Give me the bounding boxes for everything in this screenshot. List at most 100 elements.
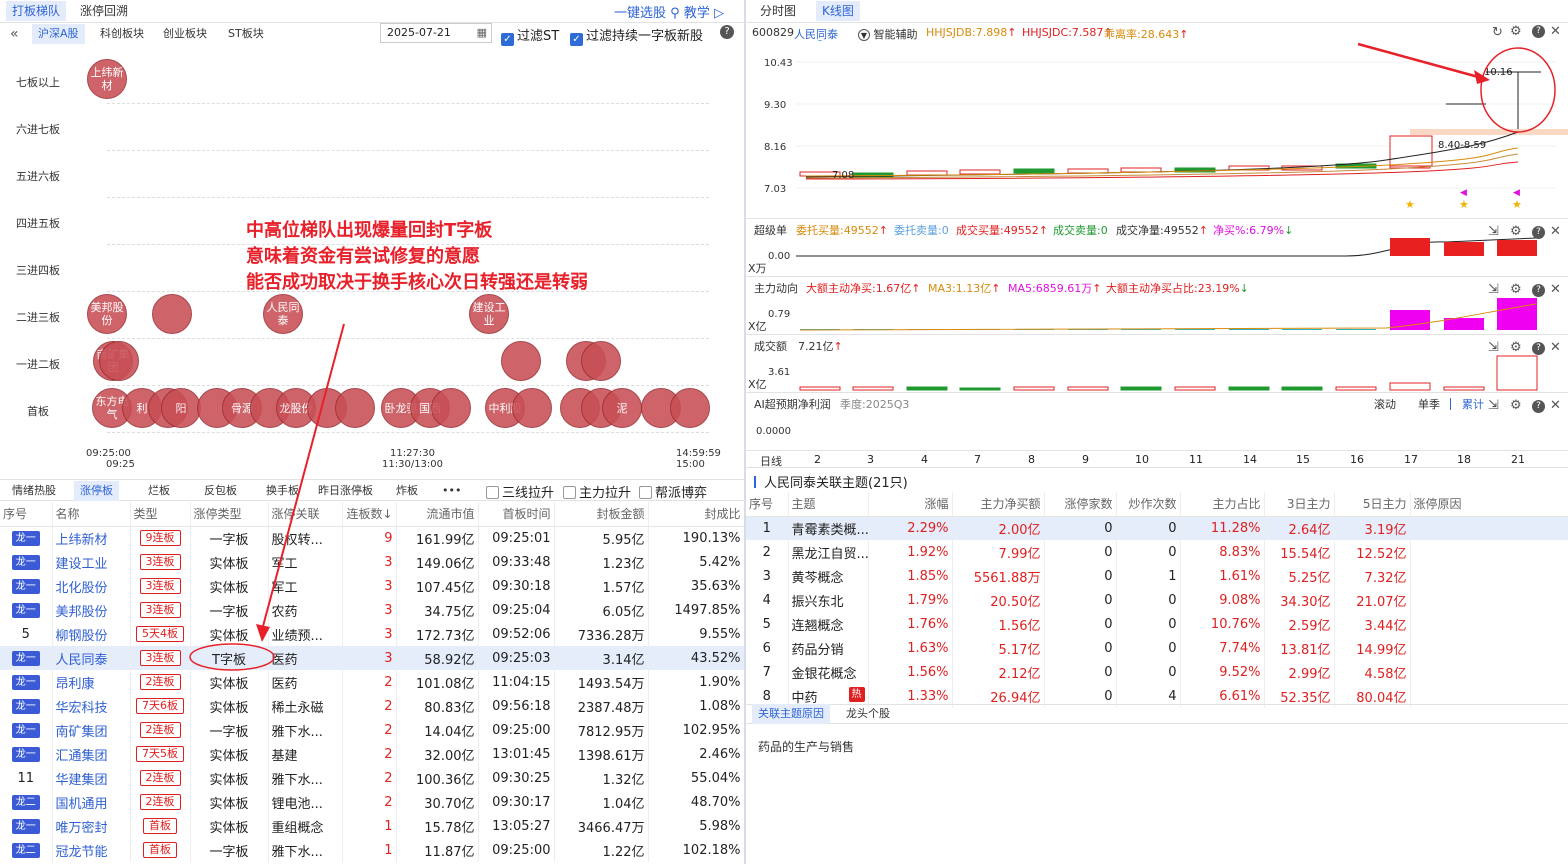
expand-icon[interactable]: ⇲ — [1488, 340, 1499, 355]
expand-icon[interactable]: ⇲ — [1488, 398, 1499, 413]
kline-range-label: 8.40-8.59 — [1438, 140, 1486, 151]
theme-row[interactable]: 6 药品分销 1.63% 5.17亿 0 0 7.74% 13.81亿 14.99亿 — [746, 636, 1568, 660]
highlight-circle — [189, 643, 275, 671]
theme-row[interactable]: 1 青霉素类概... 2.29% 2.00亿 0 0 11.28% 2.64亿 3.19亿 — [746, 516, 1568, 540]
theme-main-ratio: 10.76% — [1210, 616, 1261, 632]
column-header[interactable]: 主力净买额 — [952, 492, 1045, 517]
theme-row[interactable]: 5 连翘概念 1.76% 1.56亿 0 0 10.76% 2.59亿 3.44亿 — [746, 612, 1568, 636]
column-header[interactable]: 主题 — [788, 492, 869, 517]
turnover-bar — [1013, 386, 1055, 391]
column-header[interactable]: 涨停家数 — [1044, 492, 1117, 517]
theme-name[interactable]: 黑龙江自贸... — [792, 547, 868, 562]
close-icon[interactable]: ✕ — [1550, 340, 1561, 355]
turnover-bar — [1443, 386, 1485, 391]
theme-limit-count: 0 — [1104, 664, 1113, 680]
column-header[interactable]: 序号 — [746, 492, 789, 517]
theme-limit-count: 0 — [1104, 616, 1113, 632]
row-index: 2 — [762, 544, 771, 560]
turnover-bar — [1496, 355, 1538, 391]
theme-row[interactable]: 3 黄芩概念 1.85% 5561.88万 0 1 1.61% 5.25亿 7.32亿 — [746, 564, 1568, 588]
star-icon: ★ — [1405, 198, 1415, 211]
column-header[interactable]: 5日主力 — [1334, 492, 1411, 517]
theme-hype-count: 0 — [1168, 592, 1177, 608]
theme-3day-main: 34.30亿 — [1280, 594, 1331, 610]
theme-hype-count: 0 — [1168, 520, 1177, 536]
close-icon[interactable]: ✕ — [1550, 24, 1561, 39]
annotation-overlay — [189, 323, 345, 671]
theme-hype-count: 0 — [1168, 616, 1177, 632]
help-icon[interactable]: ? — [1532, 226, 1545, 239]
x-axis-tick: 4 — [921, 453, 928, 466]
pressure-zone — [1410, 129, 1568, 135]
theme-row[interactable]: 2 黑龙江自贸... 1.92% 7.99亿 0 0 8.83% 15.54亿 12.52亿 — [746, 540, 1568, 564]
close-icon[interactable]: ✕ — [1550, 224, 1561, 239]
column-header[interactable]: 炒作次数 — [1116, 492, 1181, 517]
gear-icon[interactable]: ⚙ — [1510, 282, 1522, 297]
theme-3day-main: 2.64亿 — [1288, 522, 1331, 538]
expand-icon[interactable]: ⇲ — [1488, 224, 1499, 239]
x-axis-tick: 8 — [1028, 453, 1035, 466]
theme-limit-count: 0 — [1104, 592, 1113, 608]
theme-hype-count: 0 — [1168, 664, 1177, 680]
theme-5day-main: 4.58亿 — [1364, 666, 1407, 682]
column-header[interactable]: 主力占比 — [1180, 492, 1265, 517]
mode-cumulative[interactable]: 累计 — [1462, 396, 1484, 412]
column-header[interactable]: 涨幅 — [868, 492, 953, 517]
expand-icon[interactable]: ⇲ — [1488, 282, 1499, 297]
theme-main-net: 2.00亿 — [998, 522, 1041, 538]
help-icon[interactable]: ? — [1532, 284, 1545, 297]
theme-3day-main: 5.25亿 — [1288, 570, 1331, 586]
mode-rolling[interactable]: 滚动 — [1374, 396, 1396, 412]
theme-row[interactable]: 7 金银花概念 1.56% 2.12亿 0 0 9.52% 2.99亿 4.58亿 — [746, 660, 1568, 684]
theme-change: 1.92% — [907, 544, 949, 560]
limit-up-ladder-panel: 打板梯队 涨停回溯 一键选股 ⚲ 教学 ▷ « 沪深A股 科创板块 创业板块 S… — [0, 0, 744, 864]
tab-kline[interactable]: K线图 — [816, 1, 860, 21]
help-icon[interactable]: ? — [1532, 400, 1545, 413]
gear-icon[interactable]: ⚙ — [1510, 340, 1522, 355]
column-header[interactable]: 3日主力 — [1264, 492, 1335, 517]
theme-name[interactable]: 振兴东北 — [792, 595, 844, 610]
help-icon[interactable]: ? — [1532, 25, 1545, 38]
close-icon[interactable]: ✕ — [1550, 282, 1561, 297]
mode-single[interactable]: 单季 — [1418, 396, 1440, 412]
main-flow-bar — [1336, 329, 1376, 330]
column-header[interactable]: 涨停原因 — [1410, 492, 1568, 517]
turnover-bar — [799, 386, 841, 391]
x-axis-tick: 16 — [1350, 453, 1364, 466]
theme-3day-main: 13.81亿 — [1280, 642, 1331, 658]
theme-main-net: 5561.88万 — [973, 570, 1041, 586]
theme-main-net: 20.50亿 — [990, 594, 1041, 610]
theme-5day-main: 21.07亿 — [1356, 594, 1407, 610]
refresh-icon[interactable]: ↻ — [1492, 25, 1503, 40]
help-icon[interactable]: ? — [1532, 342, 1545, 355]
theme-main-ratio: 1.61% — [1219, 568, 1261, 584]
close-icon[interactable]: ✕ — [1550, 398, 1561, 413]
theme-name[interactable]: 药品分销 — [792, 643, 844, 658]
theme-main-net: 7.99亿 — [998, 546, 1041, 562]
theme-main-net: 5.17亿 — [998, 642, 1041, 658]
x-axis-tick: 17 — [1404, 453, 1418, 466]
super-order-chart — [796, 237, 1537, 257]
theme-row[interactable]: 4 振兴东北 1.79% 20.50亿 0 0 9.08% 34.30亿 21.07亿 — [746, 588, 1568, 612]
theme-5day-main: 7.32亿 — [1364, 570, 1407, 586]
theme-name[interactable]: 黄芩概念 — [792, 571, 844, 586]
theme-hype-count: 0 — [1168, 640, 1177, 656]
x-axis-tick: 9 — [1082, 453, 1089, 466]
tab-leader-stocks[interactable]: 龙头个股 — [840, 704, 896, 724]
turnover-bar — [1389, 382, 1431, 391]
turnover-bar — [1228, 386, 1270, 391]
theme-limit-count: 0 — [1104, 640, 1113, 656]
theme-main-ratio: 11.28% — [1210, 520, 1261, 536]
main-flow-bar — [1497, 298, 1537, 330]
theme-name[interactable]: 连翘概念 — [792, 619, 844, 634]
theme-name[interactable]: 金银花概念 — [792, 667, 857, 682]
tab-theme-reason[interactable]: 关联主题原因 — [752, 704, 830, 724]
tab-timeshare[interactable]: 分时图 — [754, 1, 802, 21]
gear-icon[interactable]: ⚙ — [1510, 24, 1522, 39]
candle — [906, 170, 948, 176]
gear-icon[interactable]: ⚙ — [1510, 224, 1522, 239]
theme-5day-main: 12.52亿 — [1356, 546, 1407, 562]
theme-name[interactable]: 青霉素类概... — [792, 523, 868, 538]
price-tick: 8.16 — [764, 142, 786, 153]
gear-icon[interactable]: ⚙ — [1510, 398, 1522, 413]
